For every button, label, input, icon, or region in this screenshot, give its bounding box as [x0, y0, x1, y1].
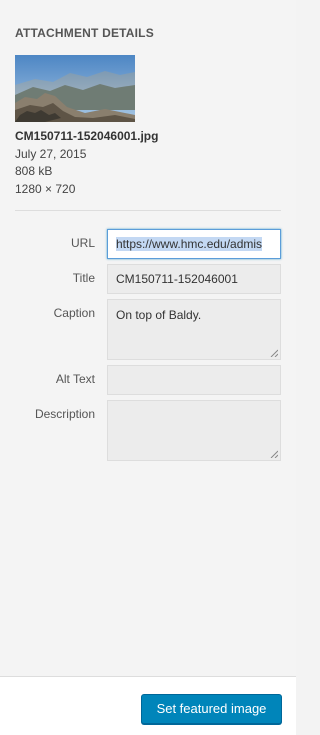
mountain-photo	[15, 55, 135, 122]
caption-label: Caption	[53, 306, 95, 320]
url-field[interactable]: https://www.hmc.edu/admis	[107, 229, 281, 259]
description-label: Description	[34, 407, 95, 421]
file-name: CM150711-152046001.jpg	[15, 129, 159, 143]
url-label: URL	[70, 236, 95, 250]
attachment-details-panel: ATTACHMENT DETAILS CM150711-152046001.jp…	[0, 0, 296, 676]
image-dimensions: 1280 × 720	[15, 181, 76, 196]
upload-date: July 27, 2015	[15, 146, 87, 161]
title-field[interactable]: CM150711-152046001	[107, 264, 281, 294]
caption-field[interactable]: On top of Baldy.	[107, 299, 281, 360]
section-heading: ATTACHMENT DETAILS	[15, 26, 154, 40]
alt-text-field[interactable]	[107, 365, 281, 395]
file-size: 808 kB	[15, 164, 53, 178]
caption-value: On top of Baldy.	[116, 308, 202, 322]
resize-handle-icon[interactable]	[270, 349, 278, 357]
media-toolbar: Set featured image	[0, 676, 296, 735]
file-info: CM150711-152046001.jpg July 27, 2015 808…	[15, 128, 158, 198]
title-label: Title	[72, 271, 95, 285]
resize-handle-icon[interactable]	[270, 450, 278, 458]
description-field[interactable]	[107, 400, 281, 461]
set-featured-image-button[interactable]: Set featured image	[141, 694, 282, 724]
url-value: https://www.hmc.edu/admis	[116, 237, 263, 251]
alt-text-label: Alt Text	[55, 372, 95, 386]
divider	[15, 210, 281, 211]
attachment-thumbnail[interactable]	[15, 55, 135, 122]
